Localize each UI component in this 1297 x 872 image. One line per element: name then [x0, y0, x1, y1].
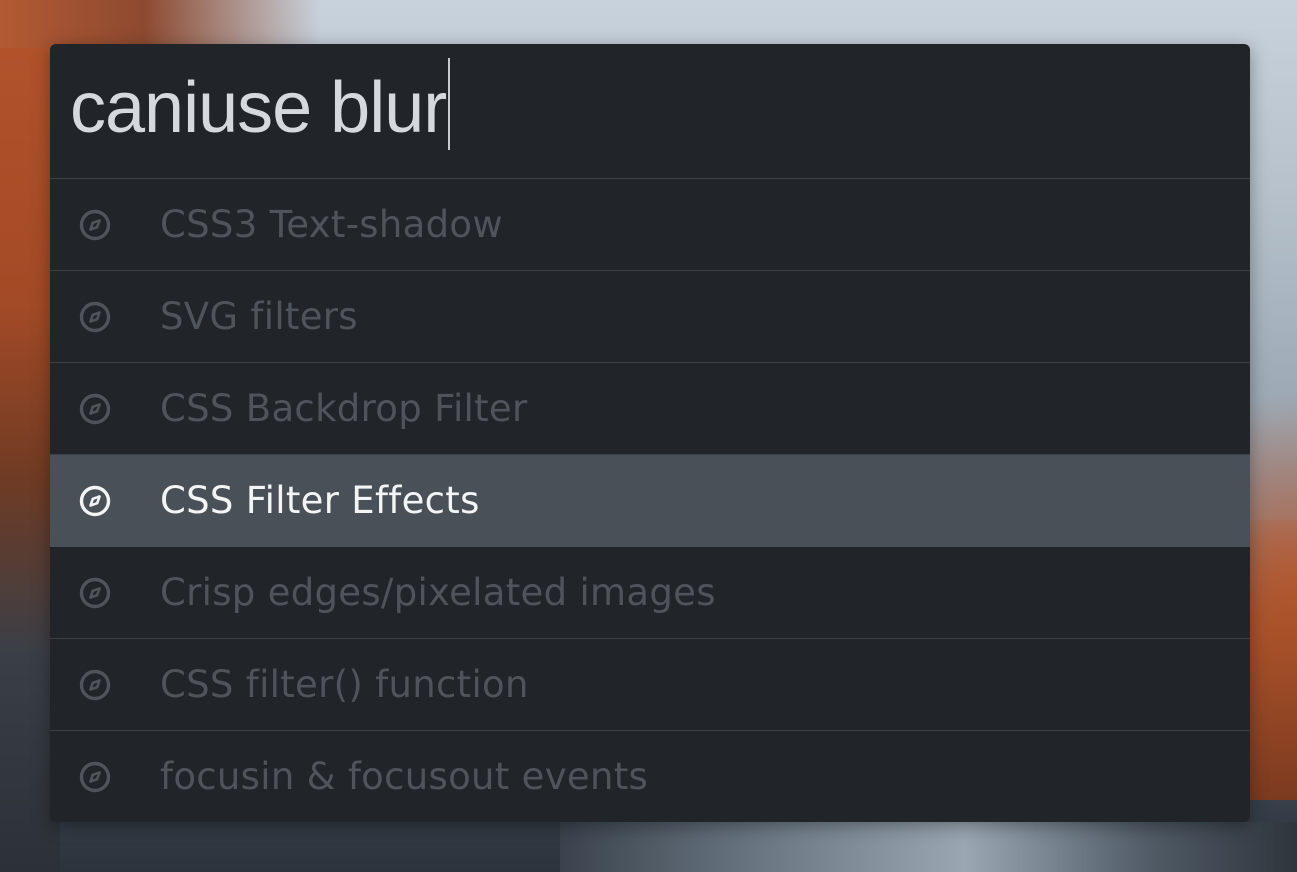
result-label: CSS filter() function [160, 663, 529, 706]
result-item[interactable]: CSS3 Text-shadow [50, 179, 1250, 271]
result-item[interactable]: CSS Backdrop Filter [50, 363, 1250, 455]
results-list: CSS3 Text-shadow SVG filters CSS Backdro… [50, 179, 1250, 822]
search-input[interactable]: caniuse blur [70, 72, 447, 144]
search-bar[interactable]: caniuse blur [50, 44, 1250, 179]
result-label: CSS Filter Effects [160, 479, 480, 522]
result-item[interactable]: SVG filters [50, 271, 1250, 363]
launcher-window: caniuse blur CSS3 Text-shadow SVG filter… [50, 44, 1250, 822]
result-label: CSS Backdrop Filter [160, 387, 528, 430]
result-item-selected[interactable]: CSS Filter Effects [50, 455, 1250, 547]
compass-icon [78, 300, 112, 334]
desktop-wallpaper-snow [560, 822, 1297, 872]
result-item[interactable]: CSS filter() function [50, 639, 1250, 731]
compass-icon [78, 668, 112, 702]
compass-icon [78, 392, 112, 426]
compass-icon [78, 576, 112, 610]
result-label: CSS3 Text-shadow [160, 203, 503, 246]
desktop-wallpaper-rock [1247, 520, 1297, 800]
desktop-wallpaper-ridge [0, 0, 320, 48]
compass-icon [78, 484, 112, 518]
result-label: focusin & focusout events [160, 755, 649, 798]
result-label: Crisp edges/pixelated images [160, 571, 716, 614]
compass-icon [78, 208, 112, 242]
result-item[interactable]: Crisp edges/pixelated images [50, 547, 1250, 639]
result-item[interactable]: focusin & focusout events [50, 731, 1250, 822]
text-caret [448, 58, 451, 150]
result-label: SVG filters [160, 295, 358, 338]
compass-icon [78, 760, 112, 794]
